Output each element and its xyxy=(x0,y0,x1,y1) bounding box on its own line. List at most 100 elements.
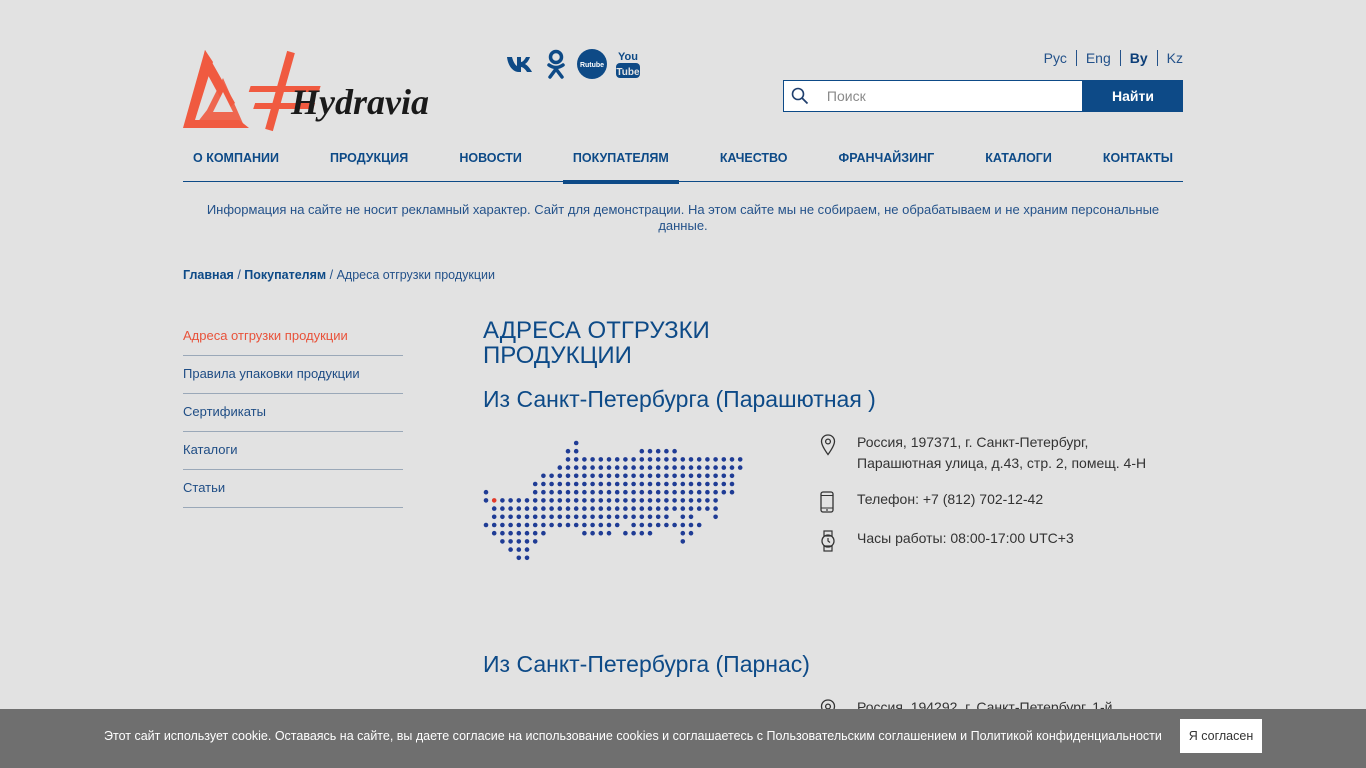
map-dot xyxy=(582,498,587,503)
cookie-accept-button[interactable]: Я согласен xyxy=(1180,719,1262,753)
search-button[interactable]: Найти xyxy=(1083,80,1183,112)
map-dot xyxy=(516,506,522,511)
map-dot xyxy=(590,481,595,487)
map-dot xyxy=(508,530,513,536)
map-dot xyxy=(573,514,579,520)
map-dot xyxy=(729,481,735,487)
logo-wordmark: Hydravia xyxy=(290,82,429,122)
map-dot xyxy=(598,481,604,487)
watch-icon xyxy=(820,528,857,552)
map-dot xyxy=(713,457,718,462)
nav-about[interactable]: О КОМПАНИИ xyxy=(183,140,289,182)
vk-icon[interactable] xyxy=(505,48,535,80)
map-dot xyxy=(565,481,571,487)
map-dot xyxy=(557,506,563,511)
map-dot xyxy=(696,506,702,511)
search-form: Найти xyxy=(783,80,1183,112)
map-dot xyxy=(573,522,579,528)
map-dot xyxy=(737,457,743,462)
map-dot xyxy=(639,506,645,511)
nav-catalogs[interactable]: КАТАЛОГИ xyxy=(975,140,1062,182)
sidebar-item-packaging[interactable]: Правила упаковки продукции xyxy=(183,356,403,394)
lang-by[interactable]: By xyxy=(1119,50,1157,66)
map-dot xyxy=(664,514,669,520)
lang-ru[interactable]: Рус xyxy=(1035,50,1076,66)
map-dot xyxy=(688,481,694,487)
map-dot xyxy=(664,506,669,511)
address-text: Россия, 197371, г. Санкт-Петербург, Пара… xyxy=(857,434,1147,471)
lang-en[interactable]: Eng xyxy=(1075,50,1120,66)
map-dot xyxy=(696,457,702,462)
map-dot xyxy=(647,465,653,470)
map-dot xyxy=(483,489,489,495)
map-dot xyxy=(532,522,538,528)
map-dot xyxy=(623,473,628,479)
map-dot xyxy=(549,514,554,520)
sidebar-item-catalogs[interactable]: Каталоги xyxy=(183,432,403,470)
map-dot xyxy=(582,481,587,487)
search-input[interactable] xyxy=(816,88,1082,104)
map-dot xyxy=(606,457,612,462)
map-dot xyxy=(590,465,595,470)
page-container: Hydravia Rutube YouTube Рус Eng By Kz Н xyxy=(183,0,1183,768)
map-dot xyxy=(672,448,677,454)
map-dot xyxy=(598,457,604,462)
map-dot xyxy=(631,481,636,487)
map-dot xyxy=(672,473,677,479)
map-dot xyxy=(606,498,612,503)
map-dot xyxy=(598,473,604,479)
breadcrumb-home[interactable]: Главная xyxy=(183,268,234,282)
map-dot xyxy=(655,514,661,520)
map-dot xyxy=(664,489,669,495)
map-dot xyxy=(573,489,579,495)
map-dot xyxy=(500,522,505,528)
rutube-icon[interactable]: Rutube xyxy=(577,48,607,80)
map-dot xyxy=(516,547,522,552)
map-dot xyxy=(721,457,727,462)
map-dot xyxy=(565,457,571,462)
phone-text[interactable]: Телефон: +7 (812) 702-12-42 xyxy=(857,489,1043,510)
map-dot xyxy=(565,514,571,520)
svg-text:Rutube: Rutube xyxy=(580,62,604,69)
map-dot xyxy=(680,506,686,511)
nav-news[interactable]: НОВОСТИ xyxy=(449,140,532,182)
breadcrumb-parent[interactable]: Покупателям xyxy=(244,268,326,282)
breadcrumb: Главная / Покупателям / Адреса отгрузки … xyxy=(183,268,495,282)
lang-kz[interactable]: Kz xyxy=(1156,50,1183,66)
map-dot xyxy=(582,473,587,479)
map-dot xyxy=(647,514,653,520)
map-dot xyxy=(705,473,710,479)
map-dot xyxy=(688,465,694,470)
map-dot xyxy=(590,489,595,495)
site-logo[interactable]: Hydravia xyxy=(183,48,448,132)
map-dot xyxy=(590,473,595,479)
nav-customers[interactable]: ПОКУПАТЕЛЯМ xyxy=(562,140,679,184)
nav-quality[interactable]: КАЧЕСТВО xyxy=(710,140,798,182)
sidebar-item-certificates[interactable]: Сертификаты xyxy=(183,394,403,432)
map-dot xyxy=(516,514,522,520)
sidebar-item-articles[interactable]: Статьи xyxy=(183,470,403,508)
nav-products[interactable]: ПРОДУКЦИЯ xyxy=(320,140,418,182)
ok-icon[interactable] xyxy=(541,48,571,80)
map-dot xyxy=(688,530,694,536)
map-dot xyxy=(573,473,579,479)
youtube-icon[interactable]: You Tube xyxy=(613,48,643,80)
russia-map xyxy=(483,440,743,585)
nav-contacts[interactable]: КОНТАКТЫ xyxy=(1093,140,1183,182)
map-dot xyxy=(573,448,579,454)
map-dot xyxy=(664,457,669,462)
map-dot xyxy=(713,481,718,487)
map-dot xyxy=(500,498,505,503)
map-dot xyxy=(500,506,505,511)
sidebar-item-shipping[interactable]: Адреса отгрузки продукции xyxy=(183,318,403,356)
map-dot xyxy=(705,506,710,511)
map-dot xyxy=(516,530,522,536)
map-dot xyxy=(516,539,522,544)
map-dot xyxy=(688,489,694,495)
hours-text: Часы работы: 08:00-17:00 UTC+3 xyxy=(857,530,1074,546)
search-icon xyxy=(784,87,817,105)
nav-franchising[interactable]: ФРАНЧАЙЗИНГ xyxy=(829,140,945,182)
map-location-marker xyxy=(491,498,497,503)
map-dot xyxy=(639,530,645,536)
map-dot xyxy=(606,473,612,479)
